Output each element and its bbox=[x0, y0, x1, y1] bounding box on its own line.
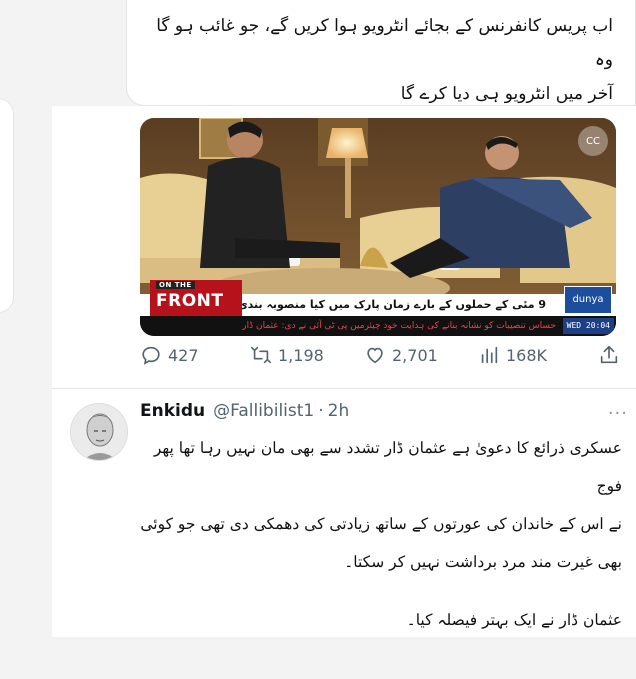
reply-button[interactable]: 427 bbox=[140, 344, 199, 366]
tweet-video[interactable]: CC 9 مئی کے حملوں کے بارے زمان پارک میں … bbox=[140, 118, 616, 336]
author-handle[interactable]: @Fallibilist1 bbox=[213, 401, 314, 421]
video-ticker-text: حساس تنصیبات کو نشانہ بنانے کی ہدایت خود… bbox=[242, 321, 556, 331]
tweet-body-line: عثمان ڈار نے ایک بہتر فیصلہ کیا۔ bbox=[406, 611, 622, 629]
quoted-tweet-card[interactable]: اب پریس کانفرنس کے بجائے انٹرویو ہوا کری… bbox=[126, 0, 636, 106]
share-button[interactable] bbox=[598, 344, 620, 366]
reply-icon bbox=[142, 346, 160, 365]
retweet-button[interactable]: 1,198 bbox=[250, 344, 324, 366]
video-ticker: حساس تنصیبات کو نشانہ بنانے کی ہدایت خود… bbox=[140, 316, 616, 336]
tweet-reply[interactable]: Enkidu @Fallibilist1 · 2h ··· عسکری ذرائ… bbox=[52, 389, 636, 637]
closed-caption-icon[interactable]: CC bbox=[578, 126, 608, 156]
adjacent-card-left bbox=[0, 98, 14, 313]
author-separator: · bbox=[318, 401, 324, 421]
avatar-portrait-image bbox=[71, 404, 127, 460]
quoted-tweet-line: اب پریس کانفرنس کے بجائے انٹرویو ہوا کری… bbox=[156, 16, 613, 70]
author-row: Enkidu @Fallibilist1 · 2h bbox=[140, 401, 620, 425]
video-headline-text: 9 مئی کے حملوں کے بارے زمان پارک میں کیا… bbox=[198, 298, 546, 311]
like-button[interactable]: 2,701 bbox=[364, 344, 438, 366]
page-background-footer bbox=[0, 637, 636, 679]
views-count: 168K bbox=[506, 345, 548, 365]
tweet-main[interactable]: CC 9 مئی کے حملوں کے بارے زمان پارک میں … bbox=[52, 106, 636, 388]
tweet-body-line: عسکری ذرائع کا دعویٰ ہے عثمان ڈار تشدد س… bbox=[153, 439, 622, 495]
like-count: 2,701 bbox=[392, 345, 438, 365]
reply-count: 427 bbox=[168, 345, 199, 365]
retweet-icon bbox=[251, 346, 271, 364]
tweet-action-bar: 427 1,198 2,701 168K bbox=[140, 342, 630, 368]
views-button[interactable]: 168K bbox=[478, 344, 547, 366]
tweet-body-text: عسکری ذرائع کا دعویٰ ہے عثمان ڈار تشدد س… bbox=[132, 429, 622, 639]
show-badge: ON THE FRONT bbox=[150, 280, 242, 316]
retweet-count: 1,198 bbox=[278, 345, 324, 365]
views-icon bbox=[481, 346, 498, 364]
channel-logo: dunya bbox=[564, 286, 612, 314]
video-timestamp: WED 20:04 bbox=[562, 318, 614, 334]
author-name[interactable]: Enkidu bbox=[140, 401, 205, 421]
heart-icon bbox=[367, 347, 383, 364]
show-badge-big: FRONT bbox=[156, 291, 224, 311]
show-badge-small: ON THE bbox=[156, 281, 195, 289]
tweet-body-line: نے اس کے خاندان کی عورتوں کے ساتھ زیادتی… bbox=[140, 515, 622, 533]
tweet-time[interactable]: 2h bbox=[328, 401, 350, 421]
more-options-icon[interactable]: ··· bbox=[608, 403, 628, 424]
quoted-tweet-text: اب پریس کانفرنس کے بجائے انٹرویو ہوا کری… bbox=[143, 9, 613, 111]
tweet-body-line: بھی غیرت مند مرد برداشت نہیں کر سکتا۔ bbox=[344, 553, 622, 571]
avatar[interactable] bbox=[70, 403, 128, 461]
share-icon bbox=[600, 345, 618, 364]
